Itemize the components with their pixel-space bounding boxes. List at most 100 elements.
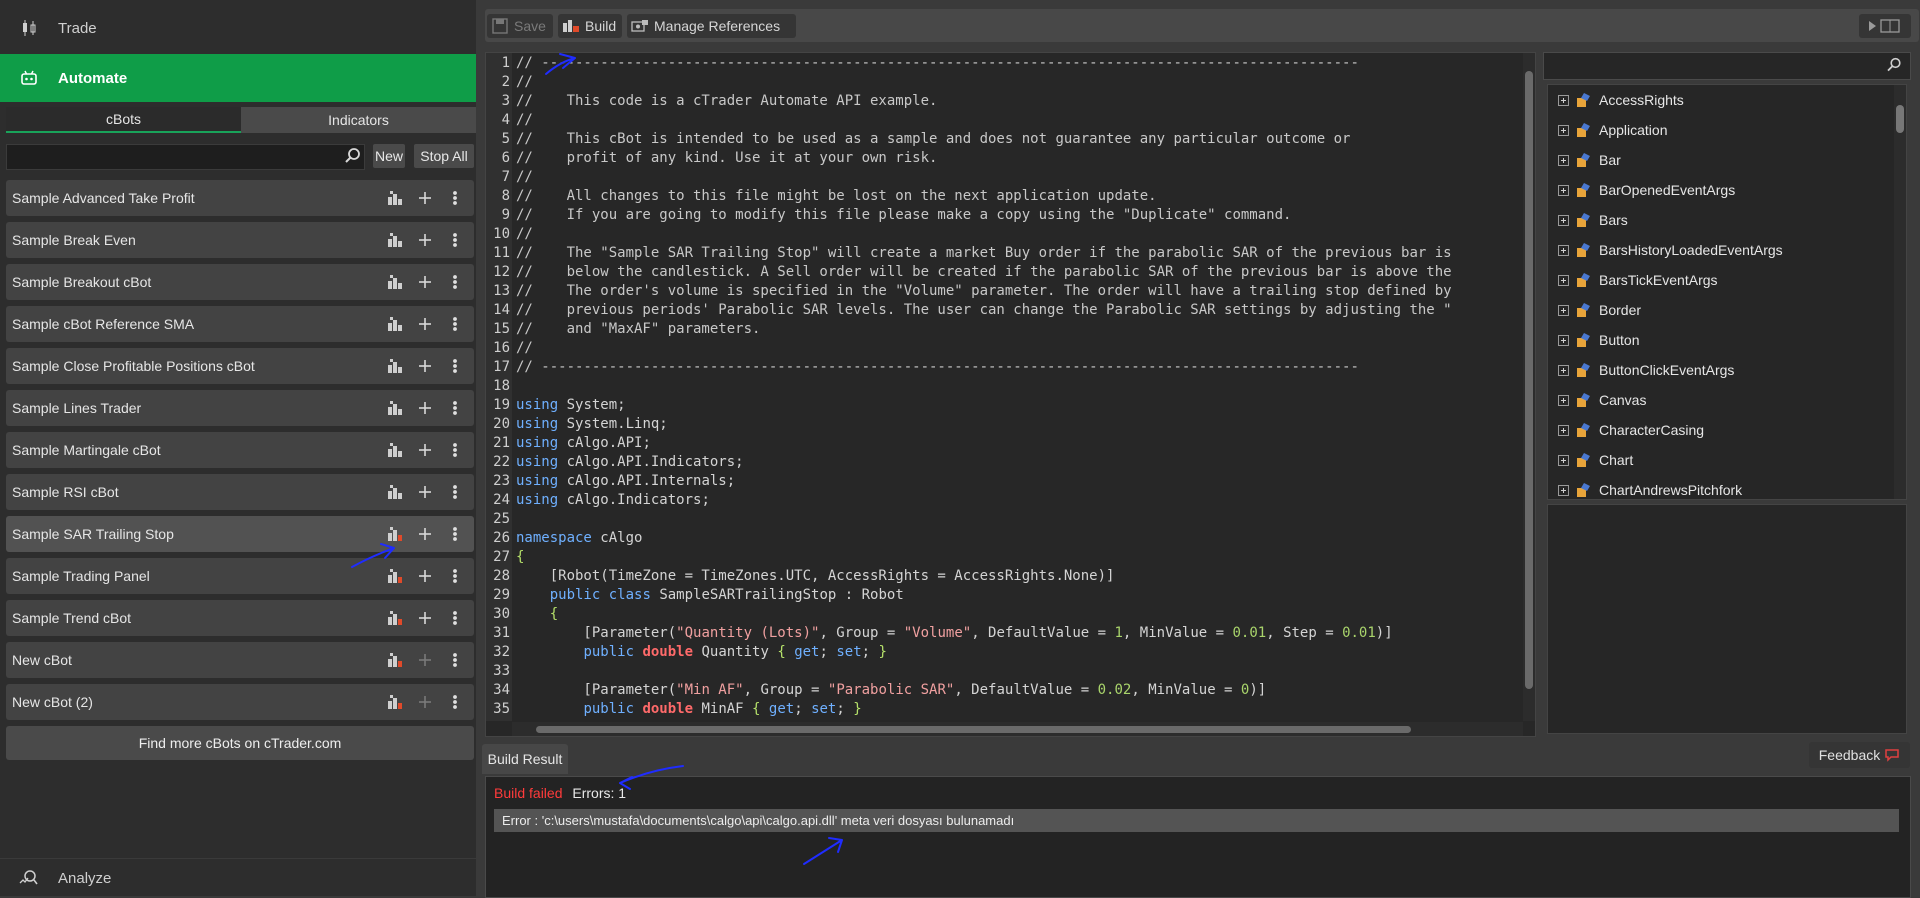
more-options-icon[interactable] [447,652,463,668]
api-tree-node[interactable]: BarsHistoryLoadedEventArgs [1558,235,1783,265]
api-tree-scrollbar[interactable] [1894,85,1906,499]
expand-icon[interactable] [1558,394,1569,406]
save-button[interactable]: Save [487,14,553,38]
more-options-icon[interactable] [447,442,463,458]
api-tree-node[interactable]: Bar [1558,145,1621,175]
code-line[interactable]: // The order's volume is specified in th… [516,283,1452,299]
stop-all-button[interactable]: Stop All [414,144,474,168]
build-status-icon[interactable] [387,442,403,458]
add-instance-icon[interactable] [417,358,433,374]
build-status-icon[interactable] [387,568,403,584]
code-line[interactable]: // [516,340,533,356]
add-instance-icon[interactable] [417,568,433,584]
more-options-icon[interactable] [447,694,463,710]
cbot-list-item[interactable]: Sample Breakout cBot [6,264,474,300]
tab-indicators[interactable]: Indicators [241,107,476,133]
more-options-icon[interactable] [447,232,463,248]
code-line[interactable]: // [516,112,533,128]
cbot-list-item[interactable]: Sample SAR Trailing Stop [6,516,474,552]
expand-icon[interactable] [1558,334,1569,346]
feedback-button[interactable]: Feedback [1809,742,1910,768]
expand-icon[interactable] [1558,454,1569,466]
code-line[interactable]: // This cBot is intended to be used as a… [516,131,1350,147]
code-line[interactable]: // -------------------------------------… [516,55,1359,71]
code-line[interactable]: { [516,606,558,622]
build-error-row[interactable]: Error : 'c:\users\mustafa\documents\calg… [494,809,1899,832]
code-line[interactable]: public class SampleSARTrailingStop : Rob… [516,587,904,603]
code-line[interactable]: // and "MaxAF" parameters. [516,321,760,337]
api-tree-node[interactable]: BarsTickEventArgs [1558,265,1718,295]
more-options-icon[interactable] [447,610,463,626]
api-tree-node[interactable]: CharacterCasing [1558,415,1704,445]
editor-vertical-scrollbar[interactable] [1523,53,1535,721]
cbot-list-item[interactable]: Sample Martingale cBot [6,432,474,468]
expand-icon[interactable] [1558,484,1569,496]
api-tree-scroll-thumb[interactable] [1896,105,1904,133]
cbot-list-item[interactable]: Sample cBot Reference SMA [6,306,474,342]
add-instance-icon[interactable] [417,316,433,332]
code-line[interactable]: using cAlgo.API.Indicators; [516,454,744,470]
code-line[interactable]: public double MinAF { get; set; } [516,701,861,717]
editor-horizontal-scrollbar[interactable] [512,722,1523,736]
api-tree-node[interactable]: ButtonClickEventArgs [1558,355,1734,385]
build-status-icon[interactable] [387,400,403,416]
add-instance-icon[interactable] [417,274,433,290]
code-line[interactable]: // below the candlestick. A Sell order w… [516,264,1452,280]
api-tree-node[interactable]: AccessRights [1558,85,1684,115]
build-status-icon[interactable] [387,274,403,290]
expand-icon[interactable] [1558,424,1569,436]
code-line[interactable]: // previous periods' Parabolic SAR level… [516,302,1452,318]
code-line[interactable]: using cAlgo.API.Internals; [516,473,735,489]
add-instance-icon[interactable] [417,484,433,500]
build-status-icon[interactable] [387,232,403,248]
code-line[interactable]: // [516,74,533,90]
expand-icon[interactable] [1558,244,1569,256]
expand-icon[interactable] [1558,364,1569,376]
build-status-icon[interactable] [387,316,403,332]
code-line[interactable]: namespace cAlgo [516,530,642,546]
expand-icon[interactable] [1558,184,1569,196]
more-options-icon[interactable] [447,568,463,584]
add-instance-icon[interactable] [417,652,433,668]
cbot-list-item[interactable]: Sample Advanced Take Profit [6,180,474,216]
new-cbot-button[interactable]: New [373,144,405,168]
add-instance-icon[interactable] [417,400,433,416]
build-status-icon[interactable] [387,652,403,668]
code-line[interactable]: using cAlgo.API; [516,435,651,451]
cbot-list-item[interactable]: Sample Trading Panel [6,558,474,594]
code-line[interactable]: using System; [516,397,626,413]
more-options-icon[interactable] [447,526,463,542]
nav-analyze[interactable]: Analyze [0,858,476,897]
editor-vertical-scroll-thumb[interactable] [1525,71,1533,689]
add-instance-icon[interactable] [417,694,433,710]
code-line[interactable]: using System.Linq; [516,416,668,432]
more-options-icon[interactable] [447,358,463,374]
more-options-icon[interactable] [447,400,463,416]
more-options-icon[interactable] [447,274,463,290]
code-line[interactable]: // The "Sample SAR Trailing Stop" will c… [516,245,1452,261]
build-status-icon[interactable] [387,526,403,542]
code-line[interactable]: // [516,169,533,185]
cbot-list-item[interactable]: Sample Trend cBot [6,600,474,636]
build-status-icon[interactable] [387,190,403,206]
code-line[interactable]: [Robot(TimeZone = TimeZones.UTC, AccessR… [516,568,1115,584]
code-line[interactable]: // -------------------------------------… [516,359,1359,375]
code-line[interactable]: [Parameter("Quantity (Lots)", Group = "V… [516,625,1392,641]
cbot-list-item[interactable]: New cBot [6,642,474,678]
expand-icon[interactable] [1558,154,1569,166]
expand-icon[interactable] [1558,274,1569,286]
add-instance-icon[interactable] [417,610,433,626]
cbot-list-item[interactable]: Sample Lines Trader [6,390,474,426]
manage-references-button[interactable]: Manage References [627,14,796,38]
add-instance-icon[interactable] [417,526,433,542]
api-tree-node[interactable]: BarOpenedEventArgs [1558,175,1735,205]
more-options-icon[interactable] [447,316,463,332]
api-tree-node[interactable]: Button [1558,325,1639,355]
api-tree-node[interactable]: Bars [1558,205,1628,235]
build-status-icon[interactable] [387,610,403,626]
editor-horizontal-scroll-thumb[interactable] [536,726,1411,733]
code-line[interactable]: // All changes to this file might be los… [516,188,1157,204]
code-editor[interactable]: 1 2 3 4 5 6 7 8 9 10 11 12 13 14 15 16 17 18 19 20 21 22 23 24 2… [485,52,1536,737]
more-options-icon[interactable] [447,484,463,500]
cbot-list-item[interactable]: New cBot (2) [6,684,474,720]
